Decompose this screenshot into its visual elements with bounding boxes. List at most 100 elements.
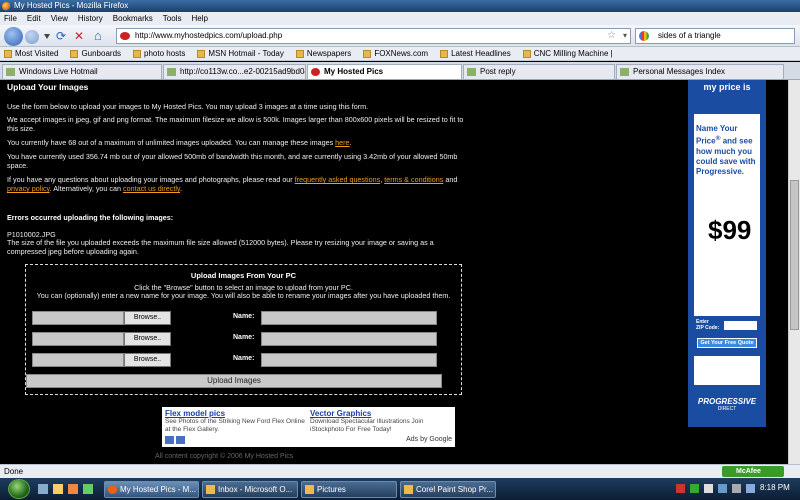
image-count-text: You currently have 68 out of a maximum o… [7, 138, 352, 147]
get-quote-button[interactable]: Get Your Free Quote [697, 338, 757, 348]
formats-text: We accept images in jpeg, gif and png fo… [7, 115, 464, 133]
file-input-1[interactable] [32, 311, 124, 325]
bookmark-foxnews[interactable]: FOXNews.com [363, 47, 428, 60]
taskbar-item-outlook[interactable]: Inbox - Microsoft O... [202, 481, 298, 498]
browse-button-2[interactable]: Browse.. [124, 332, 171, 346]
bandwidth-text: You have currently used 356.74 mb out of… [7, 152, 458, 170]
tray-icon[interactable] [718, 484, 727, 493]
bookmark-most-visited[interactable]: Most Visited [4, 47, 58, 60]
name-input-2[interactable] [261, 332, 437, 346]
ad-top-banner: my price is [694, 80, 760, 114]
window-title: My Hosted Pics - Mozilla Firefox [14, 1, 129, 10]
menu-history[interactable]: History [78, 12, 103, 25]
file-input-2[interactable] [32, 332, 124, 346]
folder-icon [70, 49, 79, 58]
forward-button[interactable] [25, 30, 39, 44]
quicklaunch-icon[interactable] [83, 484, 93, 494]
name-label-2: Name: [233, 334, 255, 341]
quicklaunch-icon[interactable] [38, 484, 48, 494]
msn-icon [197, 49, 206, 58]
forum-icon [620, 68, 629, 76]
bookmark-gunboards[interactable]: Gunboards [70, 47, 121, 60]
history-dropdown-icon[interactable] [44, 34, 50, 40]
privacy-link[interactable]: privacy policy [7, 184, 50, 193]
ad-flex-text: See Photos of the Striking New Ford Flex… [165, 418, 305, 433]
contact-link[interactable]: contact us directly [123, 184, 180, 193]
progressive-ad[interactable]: my price is Name Your Price® and see how… [688, 80, 766, 427]
terms-link[interactable]: terms & conditions [384, 175, 443, 184]
name-input-1[interactable] [261, 311, 437, 325]
scrollbar-thumb[interactable] [790, 180, 799, 330]
ad-vector-title[interactable]: Vector Graphics [310, 409, 452, 418]
url-dropdown-icon[interactable]: ▾ [623, 29, 627, 43]
rss-icon [440, 49, 449, 58]
quicklaunch-icon[interactable] [53, 484, 63, 494]
taskbar-clock[interactable]: 8:18 PM [760, 483, 790, 492]
star-bookmark-icon[interactable]: ☆ [607, 29, 616, 43]
google-search-icon[interactable] [639, 31, 649, 41]
mcafee-badge[interactable]: McAfee [722, 466, 784, 477]
tab-personal-messages[interactable]: Personal Messages Index [616, 64, 784, 79]
status-text: Done [4, 467, 24, 476]
file-input-3[interactable] [32, 353, 124, 367]
firefox-icon [2, 2, 11, 11]
ad-vector[interactable]: Vector Graphics Download Spectacular Ill… [310, 409, 452, 434]
tab-post-reply[interactable]: Post reply [463, 64, 615, 79]
bookmark-msn-hotmail[interactable]: MSN Hotmail - Today [197, 47, 284, 60]
menu-help[interactable]: Help [191, 12, 207, 25]
upload-form-title: Upload Images From Your PC [190, 271, 297, 280]
browse-button-1[interactable]: Browse.. [124, 311, 171, 325]
intro-text: Use the form below to upload your images… [7, 102, 369, 111]
network-icon[interactable] [746, 484, 755, 493]
address-bar[interactable]: http://www.myhostedpics.com/upload.php ☆… [116, 28, 631, 44]
quicklaunch-icon[interactable] [68, 484, 78, 494]
bookmarks-toolbar: Most Visited Gunboards photo hosts MSN H… [0, 47, 800, 61]
name-input-3[interactable] [261, 353, 437, 367]
ad-vector-text: Download Spectacular Illustrations Join … [310, 418, 424, 433]
ad-prev-icon[interactable] [165, 436, 174, 444]
stop-icon[interactable]: ✕ [74, 29, 84, 43]
vertical-scrollbar[interactable] [788, 80, 800, 464]
zip-code-input[interactable] [724, 321, 757, 330]
tray-icon[interactable] [704, 484, 713, 493]
bookmark-photo-hosts[interactable]: photo hosts [133, 47, 185, 60]
name-label-3: Name: [233, 355, 255, 362]
folder-icon [295, 49, 304, 58]
upload-instructions-2: You can (optionally) enter a new name fo… [36, 291, 451, 300]
folder-icon [363, 49, 372, 58]
reload-icon[interactable]: ⟳ [56, 29, 66, 43]
bookmark-latest-headlines[interactable]: Latest Headlines [440, 47, 511, 60]
ad-flex-title[interactable]: Flex model pics [165, 409, 305, 418]
manage-images-link[interactable]: here [335, 138, 349, 147]
volume-icon[interactable] [732, 484, 741, 493]
menu-bookmarks[interactable]: Bookmarks [113, 12, 153, 25]
search-text: sides of a triangle [658, 31, 721, 40]
tab-myhostedpics[interactable]: My Hosted Pics [307, 64, 462, 79]
home-icon[interactable]: ⌂ [94, 28, 102, 43]
menu-tools[interactable]: Tools [163, 12, 182, 25]
taskbar-item-pictures[interactable]: Pictures [301, 481, 397, 498]
bookmark-newspapers[interactable]: Newspapers [295, 47, 351, 60]
taskbar-item-firefox[interactable]: My Hosted Pics - M... [104, 481, 199, 498]
back-button[interactable] [4, 27, 23, 46]
tab-hotmail[interactable]: Windows Live Hotmail [2, 64, 162, 79]
menu-file[interactable]: File [4, 12, 17, 25]
bookmark-cnc-milling[interactable]: CNC Milling Machine | [522, 47, 613, 60]
ad-next-icon[interactable] [176, 436, 185, 444]
menu-edit[interactable]: Edit [27, 12, 41, 25]
ad-flex[interactable]: Flex model pics See Photos of the Striki… [165, 409, 305, 434]
tab-co113w[interactable]: http://co113w.co...e2-00215ad9bd04 [163, 64, 306, 79]
hotmail-icon [6, 68, 15, 76]
paintshop-icon [404, 485, 413, 494]
upload-images-button[interactable]: Upload Images [26, 374, 442, 388]
tray-icon[interactable] [690, 484, 699, 493]
ads-by-google[interactable]: Ads by Google [406, 436, 452, 443]
start-button[interactable] [8, 479, 30, 499]
menu-view[interactable]: View [51, 12, 68, 25]
taskbar-item-paintshop[interactable]: Corel Paint Shop Pr... [400, 481, 496, 498]
faq-link[interactable]: frequently asked questions [295, 175, 381, 184]
tray-icon[interactable] [676, 484, 685, 493]
browse-button-3[interactable]: Browse.. [124, 353, 171, 367]
search-box[interactable]: sides of a triangle [635, 28, 795, 44]
forum-icon [467, 68, 476, 76]
